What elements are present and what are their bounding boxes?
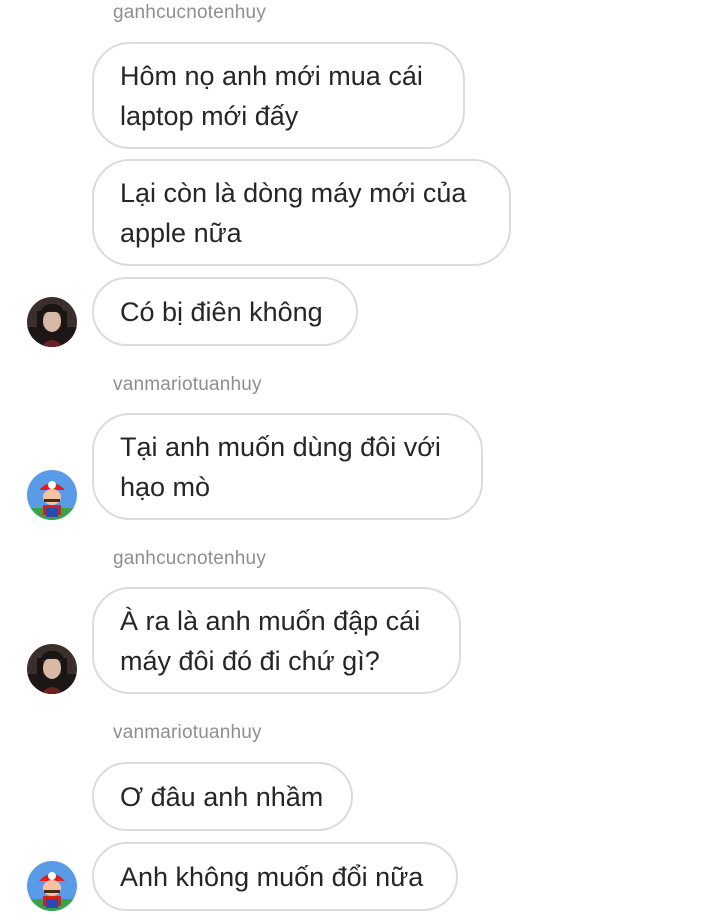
avatar[interactable]	[27, 297, 77, 347]
message-bubble[interactable]: Hôm nọ anh mới mua cái laptop mới đấy	[92, 42, 465, 149]
avatar-mario-icon	[27, 861, 77, 911]
message-text: Hôm nọ anh mới mua cái laptop mới đấy	[120, 60, 423, 131]
message-text: Anh không muốn đổi nữa	[120, 861, 424, 892]
message-bubble[interactable]: Ơ đâu anh nhầm	[92, 762, 353, 831]
avatar[interactable]	[27, 861, 77, 911]
sender-username[interactable]: ganhcucnotenhuy	[113, 2, 266, 24]
message-text: À ra là anh muốn đập cái máy đôi đó đi c…	[120, 605, 421, 676]
avatar-mario-icon	[27, 470, 77, 520]
avatar[interactable]	[27, 470, 77, 520]
message-bubble[interactable]: À ra là anh muốn đập cái máy đôi đó đi c…	[92, 587, 461, 694]
sender-username[interactable]: vanmariotuanhuy	[113, 722, 262, 744]
message-text: Có bị điên không	[120, 296, 323, 327]
sender-username[interactable]: vanmariotuanhuy	[113, 374, 262, 396]
avatar-dark-hair-icon	[27, 644, 77, 694]
avatar[interactable]	[27, 644, 77, 694]
message-bubble[interactable]: Có bị điên không	[92, 277, 358, 346]
message-text: Tại anh muốn dùng đôi với hạo mò	[120, 431, 441, 502]
message-bubble[interactable]: Lại còn là dòng máy mới của apple nữa	[92, 159, 511, 266]
message-text: Ơ đâu anh nhầm	[120, 781, 324, 812]
message-bubble[interactable]: Anh không muốn đổi nữa	[92, 842, 458, 911]
message-text: Lại còn là dòng máy mới của apple nữa	[120, 177, 467, 248]
avatar-dark-hair-icon	[27, 297, 77, 347]
sender-username[interactable]: ganhcucnotenhuy	[113, 548, 266, 570]
message-bubble[interactable]: Tại anh muốn dùng đôi với hạo mò	[92, 413, 483, 520]
